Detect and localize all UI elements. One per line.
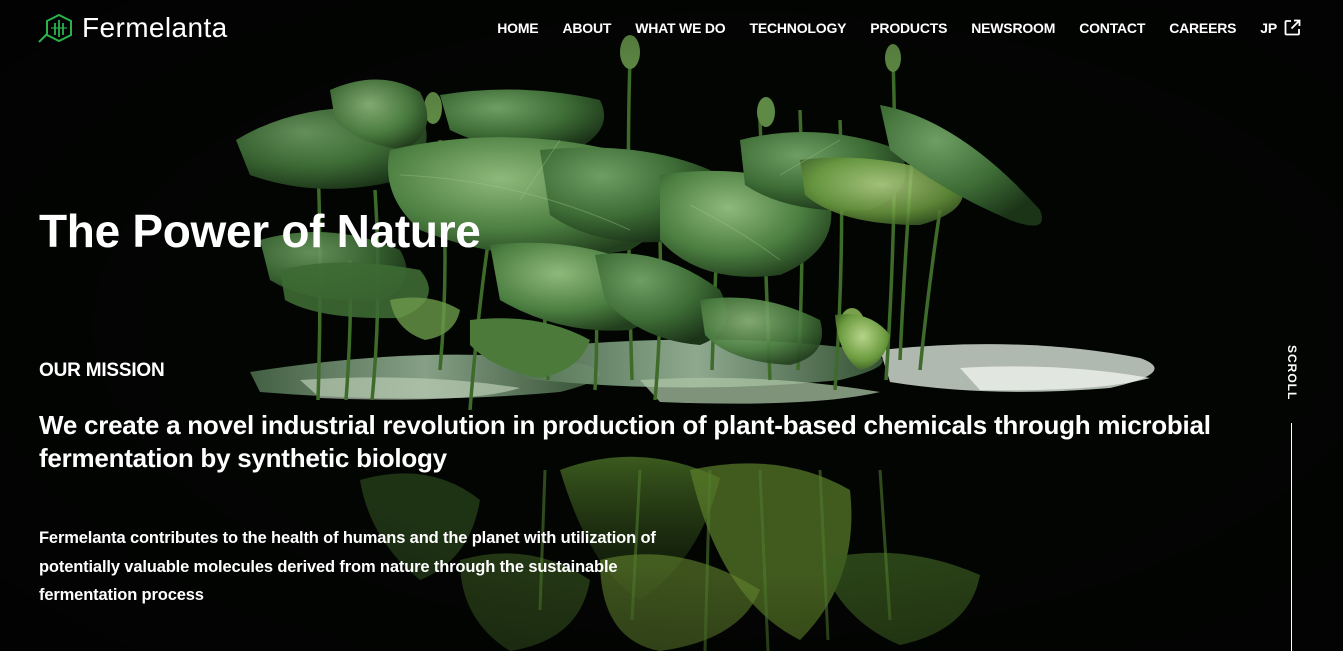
mission-statement: We create a novel industrial revolution … (39, 410, 1211, 473)
nav-item-newsroom[interactable]: NEWSROOM (971, 20, 1055, 36)
nav-item-contact[interactable]: CONTACT (1079, 20, 1145, 36)
nav-item-about[interactable]: ABOUT (562, 20, 611, 36)
brand-name: Fermelanta (82, 12, 228, 43)
nav-item-home[interactable]: HOME (497, 20, 538, 36)
page: Fermelanta HOME ABOUT WHAT WE DO TECHNOL… (0, 0, 1343, 651)
mission-label: OUR MISSION (39, 360, 165, 381)
nav-item-careers[interactable]: CAREERS (1169, 20, 1236, 36)
nav-item-products[interactable]: PRODUCTS (870, 20, 947, 36)
mission-body: Fermelanta contributes to the health of … (39, 529, 656, 604)
fermelanta-logo-icon (38, 13, 72, 43)
main-nav: HOME ABOUT WHAT WE DO TECHNOLOGY PRODUCT… (497, 19, 1301, 36)
external-link-icon (1284, 19, 1301, 36)
scroll-line (1291, 423, 1292, 651)
scroll-indicator[interactable]: SCROLL (1275, 345, 1309, 651)
hero-title: The Power of Nature (39, 205, 481, 257)
nav-item-technology[interactable]: TECHNOLOGY (750, 20, 847, 36)
site-header: Fermelanta HOME ABOUT WHAT WE DO TECHNOL… (0, 0, 1343, 58)
nav-item-what-we-do[interactable]: WHAT WE DO (635, 20, 725, 36)
language-switch-jp[interactable]: JP (1260, 19, 1301, 36)
logo-link[interactable]: Fermelanta (38, 12, 228, 44)
language-label: JP (1260, 19, 1277, 36)
scroll-label: SCROLL (1285, 345, 1299, 401)
